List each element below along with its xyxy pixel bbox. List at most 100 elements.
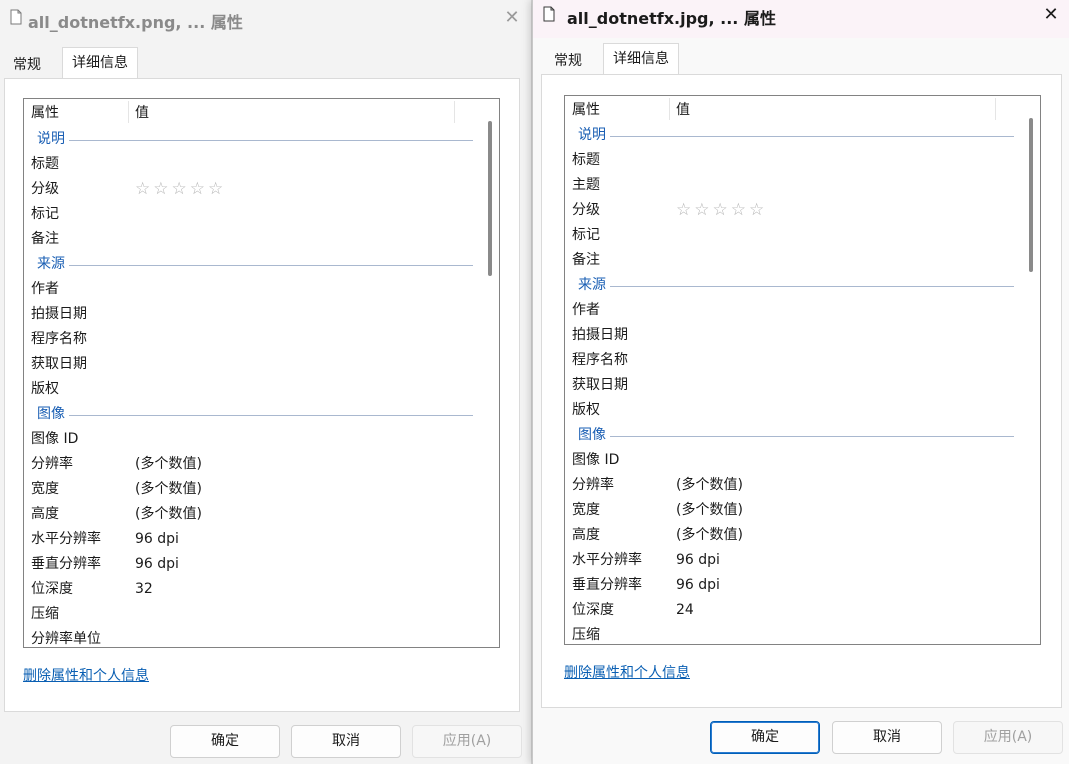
group-label: 说明 bbox=[37, 127, 69, 152]
group-header[interactable]: 图像 bbox=[565, 423, 1014, 448]
property-row[interactable]: 程序名称 bbox=[565, 348, 1014, 373]
group-header[interactable]: 来源 bbox=[565, 273, 1014, 298]
property-row[interactable]: 位深度 24 bbox=[565, 598, 1014, 623]
scrollbar-thumb[interactable] bbox=[488, 121, 492, 276]
property-row[interactable]: 分辨率 (多个数值) bbox=[24, 452, 473, 477]
cancel-button[interactable]: 取消 bbox=[291, 725, 401, 758]
property-name: 水平分辨率 bbox=[572, 552, 642, 568]
title-bar[interactable]: all_dotnetfx.png, ... 属性 ✕ bbox=[0, 0, 531, 38]
property-row[interactable]: 拍摄日期 bbox=[565, 323, 1014, 348]
property-name: 标记 bbox=[31, 206, 59, 222]
scrollbar-thumb[interactable] bbox=[1029, 118, 1033, 272]
vertical-scrollbar[interactable] bbox=[483, 101, 497, 645]
property-name: 程序名称 bbox=[31, 331, 87, 347]
details-panel: 属性 值 说明标题分级 ☆☆☆☆☆ 标记备注来源 作者拍摄日期程序名称获取日期版权图像… bbox=[4, 78, 520, 712]
property-row[interactable]: 备注 bbox=[24, 227, 473, 252]
star-rating[interactable]: ☆☆☆☆☆ bbox=[135, 177, 226, 202]
property-row[interactable]: 高度 (多个数值) bbox=[24, 502, 473, 527]
property-name: 宽度 bbox=[572, 502, 600, 518]
property-row[interactable]: 垂直分辨率 96 dpi bbox=[24, 552, 473, 577]
group-divider bbox=[37, 415, 473, 416]
column-header-value[interactable]: 值 bbox=[676, 96, 690, 124]
property-row[interactable]: 主题 bbox=[565, 173, 1014, 198]
property-row[interactable]: 标题 bbox=[565, 148, 1014, 173]
tab-general[interactable]: 常规 bbox=[545, 46, 591, 76]
property-value: 24 bbox=[676, 602, 694, 618]
column-separator[interactable] bbox=[128, 101, 129, 123]
property-name: 拍摄日期 bbox=[31, 306, 87, 322]
property-row[interactable]: 宽度 (多个数值) bbox=[565, 498, 1014, 523]
property-row[interactable]: 获取日期 bbox=[24, 352, 473, 377]
property-row[interactable]: 高度 (多个数值) bbox=[565, 523, 1014, 548]
group-header[interactable]: 说明 bbox=[565, 123, 1014, 148]
property-name: 版权 bbox=[31, 381, 59, 397]
property-row[interactable]: 图像 ID bbox=[565, 448, 1014, 473]
property-row[interactable]: 垂直分辨率 96 dpi bbox=[565, 573, 1014, 598]
star-rating[interactable]: ☆☆☆☆☆ bbox=[676, 198, 767, 223]
property-row[interactable]: 宽度 (多个数值) bbox=[24, 477, 473, 502]
property-name: 获取日期 bbox=[31, 356, 87, 372]
vertical-scrollbar[interactable] bbox=[1024, 98, 1038, 642]
property-row[interactable]: 标记 bbox=[24, 202, 473, 227]
property-row[interactable]: 位深度 32 bbox=[24, 577, 473, 602]
column-header-value[interactable]: 值 bbox=[135, 99, 149, 127]
property-value: (多个数值) bbox=[135, 506, 202, 522]
title-bar[interactable]: all_dotnetfx.jpg, ... 属性 ✕ bbox=[533, 0, 1069, 38]
property-row[interactable]: 水平分辨率 96 dpi bbox=[565, 548, 1014, 573]
property-name: 标题 bbox=[31, 156, 59, 172]
property-row[interactable]: 程序名称 bbox=[24, 327, 473, 352]
close-icon[interactable]: ✕ bbox=[1041, 5, 1061, 25]
tab-details[interactable]: 详细信息 bbox=[62, 47, 138, 79]
column-separator[interactable] bbox=[669, 98, 670, 120]
property-name: 分辨率单位 bbox=[31, 631, 101, 647]
group-label: 来源 bbox=[37, 252, 69, 277]
column-separator[interactable] bbox=[454, 101, 455, 123]
group-label: 图像 bbox=[578, 423, 610, 448]
property-row[interactable]: 水平分辨率 96 dpi bbox=[24, 527, 473, 552]
remove-properties-link[interactable]: 删除属性和个人信息 bbox=[23, 665, 149, 685]
property-row[interactable]: 拍摄日期 bbox=[24, 302, 473, 327]
tab-general[interactable]: 常规 bbox=[4, 50, 50, 80]
property-row[interactable]: 版权 bbox=[24, 377, 473, 402]
cancel-button[interactable]: 取消 bbox=[832, 721, 942, 754]
ok-button[interactable]: 确定 bbox=[170, 725, 280, 758]
property-row[interactable]: 分级 ☆☆☆☆☆ bbox=[24, 177, 473, 202]
property-row[interactable]: 分辨率 (多个数值) bbox=[565, 473, 1014, 498]
group-header[interactable]: 来源 bbox=[24, 252, 473, 277]
group-header[interactable]: 说明 bbox=[24, 127, 473, 152]
property-row[interactable]: 备注 bbox=[565, 248, 1014, 273]
property-row[interactable]: 压缩 bbox=[24, 602, 473, 627]
group-header[interactable]: 图像 bbox=[24, 402, 473, 427]
property-row[interactable]: 分级 ☆☆☆☆☆ bbox=[565, 198, 1014, 223]
tab-details[interactable]: 详细信息 bbox=[603, 43, 679, 75]
properties-list[interactable]: 属性 值 说明 标题 主题 分级 ☆☆☆☆☆ 标记备注 来源 作者 拍摄日期 程序名称 获取日期 版权… bbox=[564, 95, 1041, 645]
column-header-property[interactable]: 属性 bbox=[572, 96, 600, 124]
property-row[interactable]: 获取日期 bbox=[565, 373, 1014, 398]
property-value: 96 dpi bbox=[135, 531, 179, 547]
group-label: 图像 bbox=[37, 402, 69, 427]
apply-button[interactable]: 应用(A) bbox=[953, 721, 1063, 754]
property-row[interactable]: 压缩 bbox=[565, 623, 1014, 644]
window-title: all_dotnetfx.jpg, ... 属性 bbox=[567, 9, 776, 28]
property-row[interactable]: 标题 bbox=[24, 152, 473, 177]
property-row[interactable]: 图像 ID bbox=[24, 427, 473, 452]
property-name: 备注 bbox=[31, 231, 59, 247]
property-row[interactable]: 分辨率单位 bbox=[24, 627, 473, 647]
properties-list[interactable]: 属性 值 说明标题分级 ☆☆☆☆☆ 标记备注来源 作者拍摄日期程序名称获取日期版权图像… bbox=[23, 98, 500, 648]
property-name: 分级 bbox=[31, 181, 59, 197]
group-divider bbox=[578, 136, 1014, 137]
property-row[interactable]: 标记 bbox=[565, 223, 1014, 248]
property-value: (多个数值) bbox=[135, 481, 202, 497]
remove-properties-link[interactable]: 删除属性和个人信息 bbox=[564, 662, 690, 682]
property-name: 标记 bbox=[572, 227, 600, 243]
property-name: 分辨率 bbox=[31, 456, 73, 472]
close-icon[interactable]: ✕ bbox=[502, 8, 522, 28]
ok-button[interactable]: 确定 bbox=[710, 721, 820, 754]
property-row[interactable]: 版权 bbox=[565, 398, 1014, 423]
property-row[interactable]: 作者 bbox=[24, 277, 473, 302]
column-separator[interactable] bbox=[995, 98, 996, 120]
column-header-property[interactable]: 属性 bbox=[31, 99, 59, 127]
property-name: 压缩 bbox=[572, 627, 600, 643]
apply-button[interactable]: 应用(A) bbox=[412, 725, 522, 758]
property-row[interactable]: 作者 bbox=[565, 298, 1014, 323]
